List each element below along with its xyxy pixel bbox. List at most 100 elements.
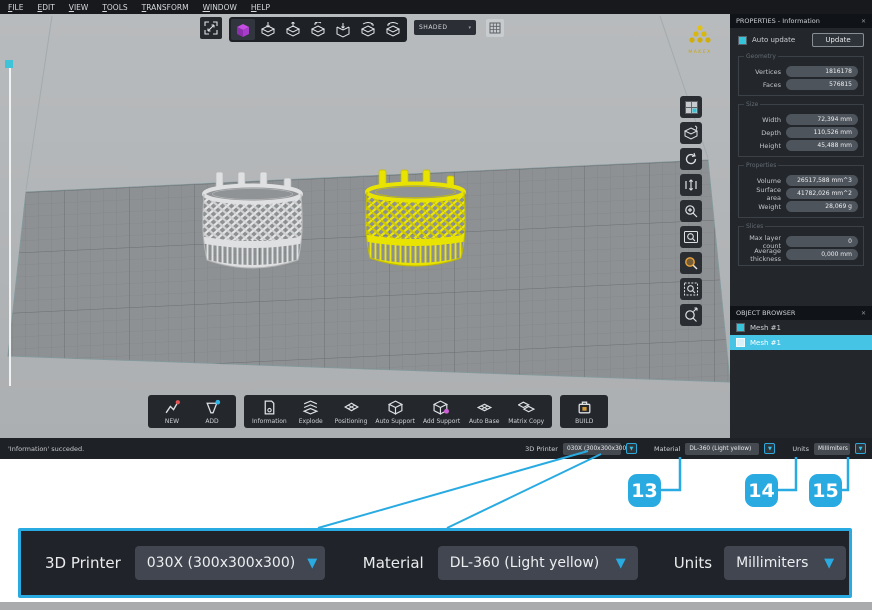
viewport-3d[interactable]: SHADED ▾ MAKEX — [0, 14, 730, 438]
viewport-layout-button[interactable] — [680, 96, 702, 118]
units-label-zoomed: Units — [674, 554, 712, 572]
auto-update-label: Auto update — [752, 36, 795, 44]
auto-update-checkbox[interactable] — [738, 36, 747, 45]
units-dropdown-arrow[interactable]: ▼ — [855, 443, 866, 454]
depth-row: Depth 110,526 mm — [744, 126, 858, 139]
vertical-ruler — [9, 68, 11, 386]
zoom-window-icon — [683, 229, 699, 245]
view-orientation-group — [229, 17, 407, 42]
bottom-view-button[interactable] — [331, 19, 355, 40]
material-dropdown-arrow[interactable]: ▼ — [764, 443, 775, 454]
status-bar-controls: 3D Printer 030X (300x300x300) ▼ Material… — [525, 443, 866, 455]
auto-base-label: Auto Base — [469, 418, 499, 425]
shaded-view-button[interactable] — [231, 19, 255, 40]
height-value: 45,488 mm — [786, 140, 858, 151]
menu-edit[interactable]: EDIT — [37, 3, 54, 12]
properties-panel-title: PROPERTIES - Information — [736, 17, 820, 25]
properties-group-title: Properties — [744, 162, 778, 169]
rotate-view-button[interactable] — [680, 148, 702, 170]
render-mode-dropdown[interactable]: SHADED ▾ — [414, 20, 476, 35]
mesh-yellow-cuff[interactable] — [363, 170, 468, 271]
menu-view[interactable]: VIEW — [69, 3, 89, 12]
explode-button[interactable]: Explode — [293, 399, 329, 425]
properties-panel-header: PROPERTIES - Information ✕ — [730, 14, 872, 28]
build-button[interactable]: BUILD — [566, 399, 602, 425]
rotate-right-view-button[interactable] — [356, 19, 380, 40]
build-label: BUILD — [575, 418, 593, 425]
menu-transform[interactable]: TRANSFORM — [142, 3, 189, 12]
new-button[interactable]: NEW — [154, 399, 190, 425]
auto-base-button[interactable]: Auto Base — [466, 399, 502, 425]
information-button[interactable]: Information — [250, 399, 289, 425]
chevron-down-icon: ▼ — [824, 556, 834, 571]
rotate-right-view-icon — [360, 22, 376, 38]
information-label: Information — [252, 418, 287, 425]
add-support-icon — [433, 399, 450, 416]
zoom-object-button[interactable] — [680, 252, 702, 274]
matrix-copy-button[interactable]: Matrix Copy — [506, 399, 546, 425]
new-label: NEW — [165, 418, 179, 425]
import-view-button[interactable] — [256, 19, 280, 40]
add-label: ADD — [205, 418, 218, 425]
mesh-white-cuff[interactable] — [200, 172, 305, 273]
add-button[interactable]: ADD — [194, 399, 230, 425]
slices-group: Slices Max layer count 0 Average thickne… — [738, 226, 864, 266]
mesh-visibility-checkbox[interactable] — [736, 323, 745, 332]
printer-dropdown-arrow[interactable]: ▼ — [626, 443, 637, 454]
positioning-button[interactable]: Positioning — [333, 399, 370, 425]
object-browser-item-mesh1[interactable]: Mesh #1 — [730, 320, 872, 335]
navigation-toolbar — [680, 96, 702, 326]
zoom-in-button[interactable] — [680, 200, 702, 222]
fit-view-button[interactable] — [200, 17, 222, 39]
object-browser-item-mesh1-selected[interactable]: Mesh #1 — [730, 335, 872, 350]
menu-file[interactable]: FILE — [8, 3, 23, 12]
vertices-value: 1816178 — [786, 66, 858, 77]
chevron-down-icon: ▼ — [307, 556, 317, 571]
chevron-down-icon: ▾ — [468, 25, 471, 31]
auto-support-button[interactable]: Auto Support — [373, 399, 417, 425]
material-combo[interactable]: DL-360 (Light yellow) — [685, 443, 759, 455]
grid-toggle-button[interactable] — [486, 19, 504, 37]
size-group-title: Size — [744, 101, 760, 108]
zoom-in-icon — [683, 203, 699, 219]
positioning-label: Positioning — [335, 418, 368, 425]
add-support-button[interactable]: Add Support — [421, 399, 462, 425]
units-label: Units — [792, 445, 809, 453]
width-value: 72,394 mm — [786, 114, 858, 125]
menu-window[interactable]: WINDOW — [203, 3, 237, 12]
matrix-copy-icon — [518, 399, 535, 416]
bottom-view-icon — [335, 22, 351, 38]
depth-value: 110,526 mm — [786, 127, 858, 138]
units-value-zoomed: Millimiters — [736, 555, 808, 571]
material-label-zoomed: Material — [363, 554, 424, 572]
export-view-button[interactable] — [281, 19, 305, 40]
menu-help[interactable]: HELP — [251, 3, 270, 12]
ruler-marker — [5, 60, 13, 68]
printer-combo[interactable]: 030X (300x300x300) — [563, 443, 621, 455]
shaded-cube-icon — [235, 22, 251, 38]
callout-badge-15: 15 — [809, 474, 842, 507]
weight-row: Weight 28,069 g — [744, 200, 858, 213]
update-button[interactable]: Update — [812, 33, 864, 47]
status-message: 'Information' succeded. — [8, 445, 84, 453]
units-combo[interactable]: Millimiters — [814, 443, 850, 455]
printer-label: 3D Printer — [525, 445, 558, 453]
avg-thickness-label: Average thickness — [744, 247, 781, 263]
slices-group-title: Slices — [744, 223, 765, 230]
mesh-visibility-checkbox[interactable] — [736, 338, 745, 347]
close-icon[interactable]: ✕ — [861, 18, 866, 25]
action-toolbar: NEW ADD Information — [148, 395, 608, 428]
zoom-window-button[interactable] — [680, 226, 702, 248]
vertices-row: Vertices 1816178 — [744, 65, 858, 78]
mesh-name: Mesh #1 — [750, 324, 781, 332]
view-box-button[interactable] — [680, 122, 702, 144]
pan-view-button[interactable] — [680, 174, 702, 196]
top-view-button[interactable] — [306, 19, 330, 40]
menu-tools[interactable]: TOOLS — [102, 3, 127, 12]
zoom-extents-button[interactable] — [680, 304, 702, 326]
add-support-label: Add Support — [423, 418, 460, 425]
close-icon[interactable]: ✕ — [861, 310, 866, 317]
zoom-region-button[interactable] — [680, 278, 702, 300]
rotate-left-view-button[interactable] — [381, 19, 405, 40]
rotate-view-icon — [683, 151, 699, 167]
